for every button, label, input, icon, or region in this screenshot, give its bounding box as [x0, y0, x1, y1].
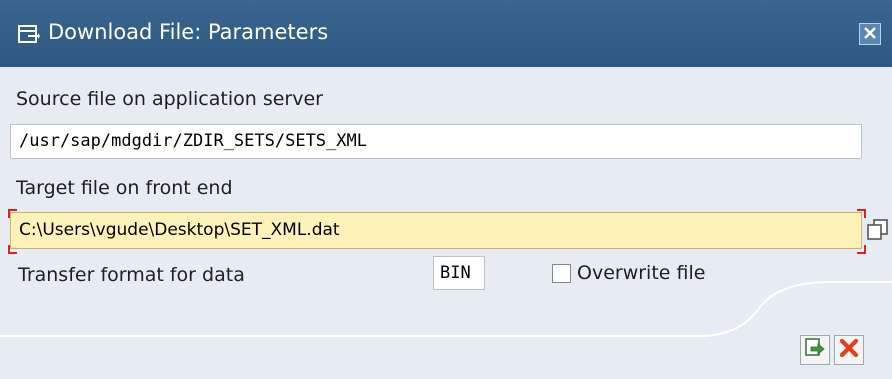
close-button[interactable]: [859, 23, 881, 45]
copy-value-help-icon[interactable]: [866, 218, 890, 242]
source-file-field[interactable]: /usr/sap/mdgdir/ZDIR_SETS/SETS_XML: [10, 124, 862, 159]
required-marker-bottom-left: [8, 245, 17, 254]
dialog-title: Download File: Parameters: [48, 20, 329, 44]
source-file-label: Source file on application server: [16, 88, 323, 110]
dialog-window-icon: [18, 24, 40, 44]
cancel-x-icon: [839, 338, 859, 362]
required-marker-bottom-right: [857, 245, 866, 254]
close-icon: [863, 25, 877, 44]
overwrite-file-label: Overwrite file: [577, 262, 706, 284]
transfer-format-field[interactable]: BIN: [433, 256, 485, 290]
dialog-titlebar: Download File: Parameters: [0, 0, 892, 67]
target-file-label: Target file on front end: [16, 177, 233, 199]
required-marker-top-right: [857, 209, 866, 218]
cancel-button[interactable]: [834, 335, 864, 365]
transfer-format-label: Transfer format for data: [18, 264, 245, 286]
continue-button[interactable]: [800, 335, 830, 365]
required-marker-top-left: [8, 209, 17, 218]
target-file-input[interactable]: C:\Users\vgude\Desktop\SET_XML.dat: [10, 212, 862, 249]
overwrite-file-checkbox[interactable]: [552, 264, 571, 283]
continue-check-icon: [804, 337, 826, 363]
